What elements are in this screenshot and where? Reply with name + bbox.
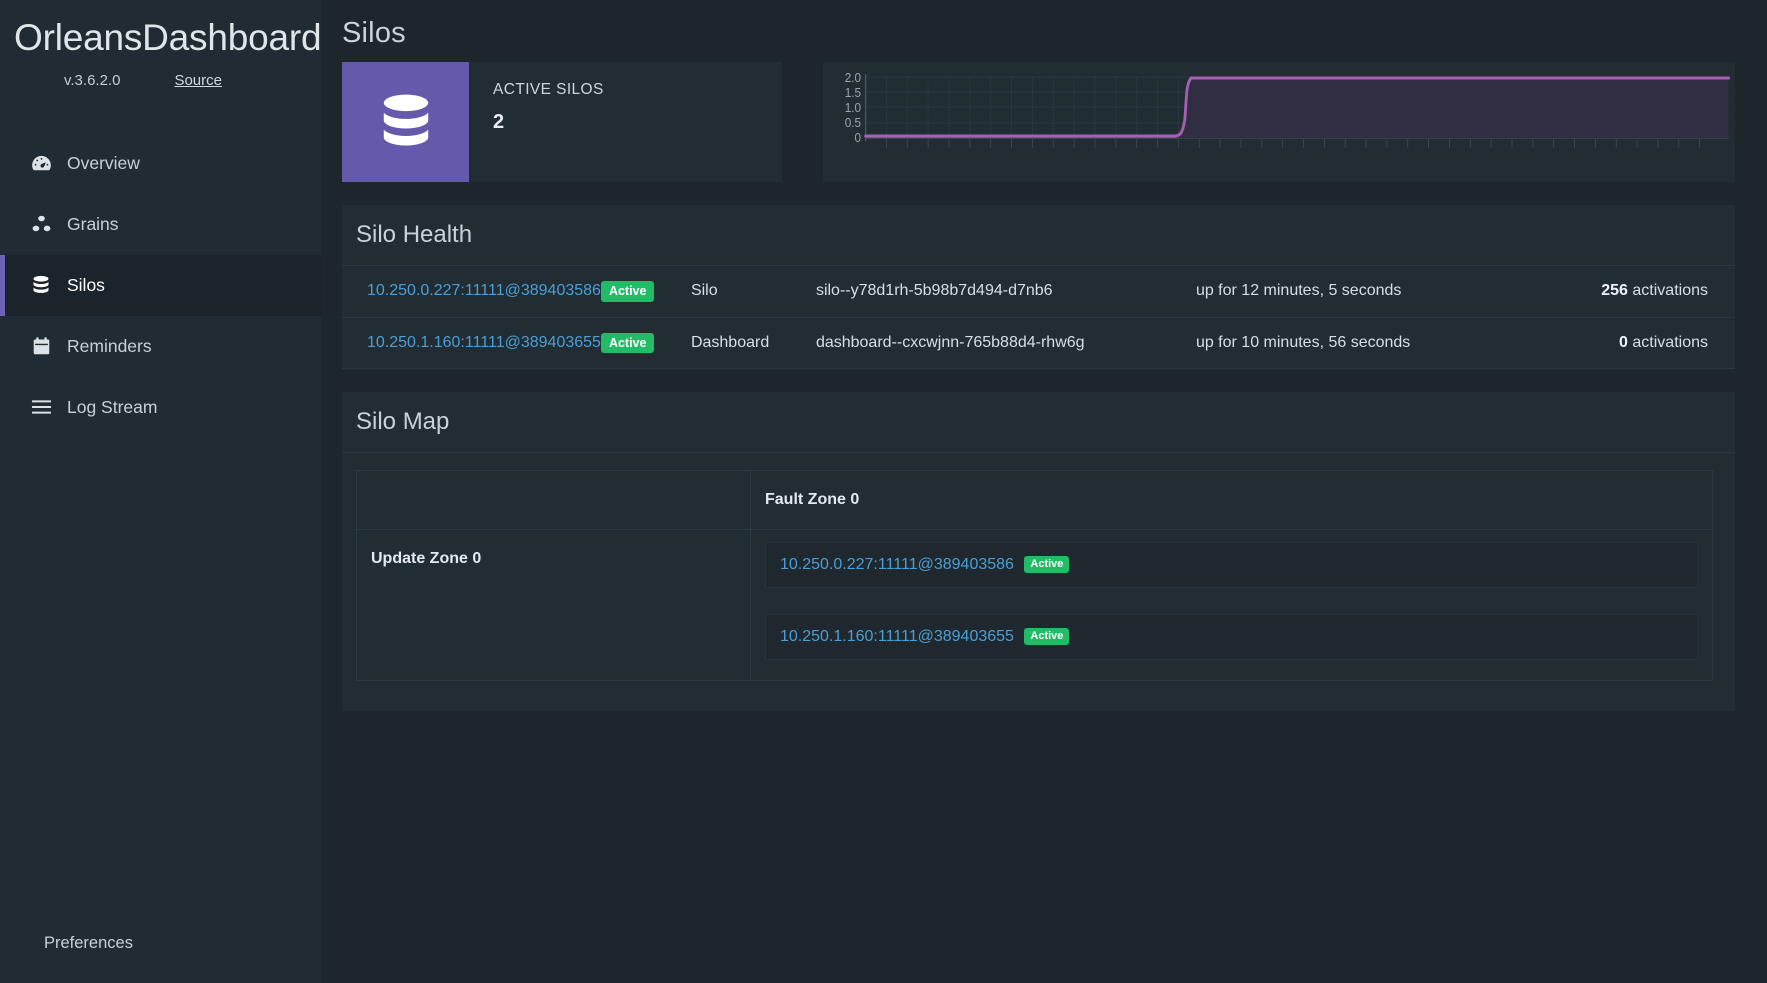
silo-map-body: Fault Zone 0 Update Zone 0 10.250.0.227:… (342, 453, 1735, 711)
silo-health-title: Silo Health (342, 205, 1735, 266)
silo-map-title: Silo Map (342, 392, 1735, 453)
silo-map-header-row: Fault Zone 0 (356, 470, 1713, 530)
database-icon (29, 275, 53, 295)
sidebar-item-log-stream[interactable]: Log Stream (0, 377, 321, 438)
brand-title: OrleansDashboard (14, 17, 322, 58)
chart-ytick-label: 1.0 (845, 100, 861, 115)
silo-type: Dashboard (690, 317, 816, 369)
silo-address-link[interactable]: 10.250.1.160:11111@389403655 (342, 317, 601, 369)
status-badge: Active (600, 332, 655, 353)
active-silos-label: ACTIVE SILOS (493, 81, 604, 98)
silo-health-panel: Silo Health 10.250.0.227:11111@389403586… (342, 205, 1735, 369)
bars-icon (29, 397, 53, 417)
silo-health-table: 10.250.0.227:11111@389403586 Active Silo… (342, 266, 1735, 369)
version-label: v.3.6.2.0 (64, 71, 121, 89)
silo-host: silo--y78d1rh-5b98b7d494-d7nb6 (815, 266, 1196, 318)
tachometer-icon (29, 153, 53, 173)
sidebar-item-label: Grains (67, 213, 119, 234)
silo-chip[interactable]: 10.250.0.227:11111@389403586 Active (765, 542, 1698, 588)
silo-map-panel: Silo Map Fault Zone 0 Update Zone 0 10.2… (342, 392, 1735, 711)
silo-uptime: up for 10 minutes, 56 seconds (1195, 317, 1476, 369)
silo-address-link[interactable]: 10.250.0.227:11111@389403586 (342, 266, 601, 318)
chart-ytick-label: 2.0 (845, 70, 861, 85)
silo-address-link[interactable]: 10.250.0.227:11111@389403586 (780, 556, 1014, 573)
active-silos-chart[interactable]: 2.0 1.5 1.0 0.5 0 (823, 62, 1735, 182)
sidebar-item-reminders[interactable]: Reminders (0, 316, 321, 377)
silo-uptime: up for 12 minutes, 5 seconds (1195, 266, 1476, 318)
activations-label: activations (1632, 333, 1708, 351)
preferences-link[interactable]: Preferences (0, 934, 321, 983)
active-silos-card[interactable]: ACTIVE SILOS 2 (342, 62, 782, 182)
silo-map-corner (356, 470, 751, 530)
status-badge: Active (1024, 628, 1070, 645)
brand-subline: v.3.6.2.0 Source (0, 60, 321, 89)
active-silos-body: ACTIVE SILOS 2 (469, 62, 604, 182)
silo-map-table: Fault Zone 0 Update Zone 0 10.250.0.227:… (356, 470, 1713, 681)
chart-ytick-label: 1.5 (845, 85, 861, 100)
sidebar-item-label: Reminders (67, 335, 152, 356)
sidebar-item-silos[interactable]: Silos (0, 254, 321, 316)
cubes-icon (29, 214, 53, 234)
app-root: OrleansDashboard v.3.6.2.0 Source Overvi… (0, 0, 1767, 983)
sidebar-item-label: Overview (67, 152, 140, 173)
silo-activations: 256 activations (1475, 266, 1735, 318)
activations-count: 256 (1601, 282, 1628, 300)
fault-zone-header: Fault Zone 0 (750, 470, 1713, 530)
source-link[interactable]: Source (174, 72, 222, 89)
silo-address-link[interactable]: 10.250.1.160:11111@389403655 (780, 628, 1014, 645)
main-content: Silos ACTIVE SILOS 2 2.0 1.5 1.0 0.5 0 S… (321, 0, 1767, 983)
silo-host: dashboard--cxcwjnn-765b88d4-rhw6g (815, 317, 1196, 369)
chart-ytick-label: 0.5 (845, 115, 861, 130)
status-badge: Active (600, 281, 655, 302)
sidebar-nav: Overview Grains Silos Reminders Log Stre… (0, 133, 321, 438)
silo-activations: 0 activations (1475, 317, 1735, 369)
sidebar-item-grains[interactable]: Grains (0, 194, 321, 255)
status-badge: Active (1024, 556, 1070, 573)
status-cell: Active (600, 317, 691, 369)
status-cell: Active (600, 266, 691, 318)
page-title: Silos (342, 17, 406, 49)
activations-label: activations (1632, 282, 1708, 300)
chart-ytick-label: 0 (855, 130, 862, 145)
sidebar-item-label: Log Stream (67, 396, 158, 417)
silo-chip[interactable]: 10.250.1.160:11111@389403655 Active (765, 614, 1698, 660)
table-row[interactable]: 10.250.0.227:11111@389403586 Active Silo… (342, 266, 1735, 318)
update-zone-header: Update Zone 0 (356, 529, 751, 681)
silo-type: Silo (690, 266, 816, 318)
summary-row: ACTIVE SILOS 2 2.0 1.5 1.0 0.5 0 (321, 50, 1767, 182)
activations-count: 0 (1619, 333, 1628, 351)
database-icon (342, 62, 469, 182)
active-silos-value: 2 (493, 111, 505, 133)
sidebar-item-overview[interactable]: Overview (0, 133, 321, 194)
silo-map-cell: 10.250.0.227:11111@389403586 Active 10.2… (750, 529, 1713, 681)
table-row[interactable]: 10.250.1.160:11111@389403655 Active Dash… (342, 317, 1735, 369)
sidebar: OrleansDashboard v.3.6.2.0 Source Overvi… (0, 0, 322, 983)
silo-map-row: Update Zone 0 10.250.0.227:11111@3894035… (356, 529, 1713, 681)
calendar-icon (29, 336, 53, 356)
sidebar-item-label: Silos (67, 274, 105, 295)
chart-svg: 2.0 1.5 1.0 0.5 0 (845, 70, 1731, 148)
